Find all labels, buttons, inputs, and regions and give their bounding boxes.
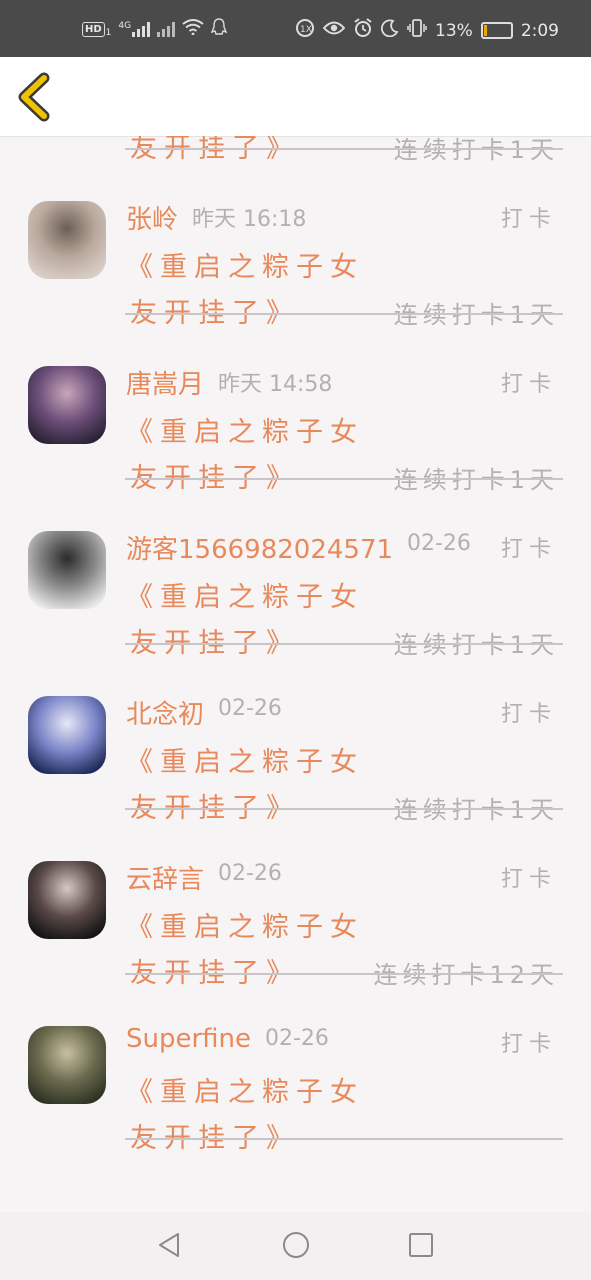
nav-home-button[interactable] [281,1230,311,1260]
checkin-time: 02-26 [218,696,282,721]
user-name[interactable]: 唐嵩月 [126,364,204,401]
alarm-icon [353,18,373,43]
streak-text: 连续打卡1天 [393,136,559,164]
clock: 2:09 [520,20,559,41]
checkin-label: 打卡 [500,867,557,892]
avatar[interactable] [28,696,106,774]
avatar[interactable] [28,366,106,444]
hd-badge: HD [82,21,105,37]
checkin-time: 02-26 [265,1026,329,1051]
svg-text:1X: 1X [300,25,312,35]
divider [125,478,563,480]
hd-badge-sub: 1 [105,28,112,38]
book-title-line1[interactable]: 《重启之粽子女 [126,905,364,944]
book-title-line1[interactable]: 《重启之粽子女 [126,1070,364,1109]
list-item[interactable]: 云辞言 02-26 打卡 《重启之粽子女 友开挂了》 连续打卡12天 [0,847,591,1012]
list-item[interactable]: 唐嵩月 昨天 14:58 打卡 《重启之粽子女 友开挂了》 连续打卡1天 [0,352,591,517]
checkin-label: 打卡 [500,207,557,232]
list-item[interactable]: 张岭 昨天 16:18 打卡 《重启之粽子女 友开挂了》 连续打卡1天 [0,187,591,352]
avatar[interactable] [28,531,106,609]
book-title-line2[interactable]: 友开挂了》 [130,136,300,165]
book-title-line2[interactable]: 友开挂了》 [130,1116,300,1155]
status-right: 1X 13% 2:09 [295,18,559,43]
user-name[interactable]: 云辞言 [126,859,204,896]
list-item[interactable]: 北念初 02-26 打卡 《重启之粽子女 友开挂了》 连续打卡1天 [0,682,591,847]
checkin-time: 昨天 16:18 [192,207,307,232]
avatar[interactable] [28,201,106,279]
status-bar: HD 1 4G 1X 13% 2:09 [0,0,591,57]
moon-icon [381,19,399,42]
battery-percent: 13% [435,20,473,41]
divider [125,643,563,645]
avatar[interactable] [28,1026,106,1104]
user-name[interactable]: 北念初 [126,694,204,731]
chevron-left-icon [18,72,50,122]
system-nav-bar [0,1212,591,1280]
qq-icon [210,18,228,40]
user-name[interactable]: 游客1566982024571 [126,529,393,566]
book-title-line2[interactable]: 友开挂了》 [130,621,300,660]
book-title-line2[interactable]: 友开挂了》 [130,291,300,330]
vibrate-icon [407,18,427,43]
divider [125,973,563,975]
triangle-back-icon [159,1233,179,1257]
nav-back-button[interactable] [155,1230,185,1260]
circle-home-icon [283,1232,309,1258]
book-title-line1[interactable]: 《重启之粽子女 [126,410,364,449]
divider [125,148,563,150]
data-saver-icon: 1X [295,18,315,43]
book-title-line2[interactable]: 友开挂了》 [130,456,300,495]
checkin-time: 02-26 [218,861,282,886]
book-title-line1[interactable]: 《重启之粽子女 [126,740,364,779]
status-left: HD 1 4G [82,18,228,40]
avatar[interactable] [28,861,106,939]
back-button[interactable] [14,72,58,122]
app-bar [0,57,591,137]
list-item[interactable]: 游客1566982024571 02-26 打卡 《重启之粽子女 友开挂了》 连续打卡1天 [0,517,591,682]
signal-2-icon [157,21,176,37]
eye-icon [322,20,346,41]
list-item[interactable]: 游客15574083736​03昨天 16:2打卡《重启之粽子女友开挂了》连续打… [0,136,591,187]
nav-recents-button[interactable] [406,1230,436,1260]
checkin-label: 打卡 [500,537,557,562]
checkin-time: 昨天 14:58 [218,372,333,397]
signal-icon: 4G [118,21,151,37]
wifi-icon [182,19,204,39]
divider [125,313,563,315]
book-title-line2[interactable]: 友开挂了》 [130,951,300,990]
book-title-line2[interactable]: 友开挂了》 [130,786,300,825]
checkin-label: 打卡 [500,1032,557,1057]
checkin-label: 打卡 [500,702,557,727]
user-name[interactable]: Superfine [126,1024,251,1054]
checkin-time: 02-26 [407,531,471,556]
battery-icon [480,22,513,39]
checkin-label: 打卡 [500,372,557,397]
user-name[interactable]: 张岭 [126,199,178,236]
divider [125,1138,563,1140]
divider [125,808,563,810]
list-item[interactable]: Superfine 02-26 打卡《重启之粽子女友开挂了》 [0,1012,591,1177]
book-title-line1[interactable]: 《重启之粽子女 [126,575,364,614]
checkin-list[interactable]: 游客15574083736​03昨天 16:2打卡《重启之粽子女友开挂了》连续打… [0,136,591,1212]
book-title-line1[interactable]: 《重启之粽子女 [126,245,364,284]
square-recents-icon [409,1233,433,1257]
